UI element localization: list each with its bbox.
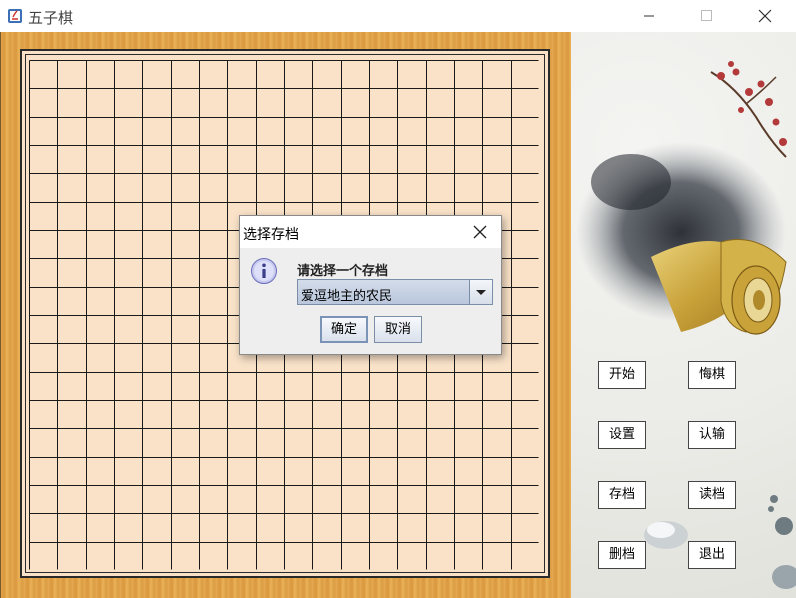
java-app-icon xyxy=(8,9,22,23)
undo-button[interactable]: 悔棋 xyxy=(688,361,736,389)
window-titlebar: 五子棋 xyxy=(0,0,796,32)
combo-selected-value: 爱逗地主的农民 xyxy=(301,289,393,304)
side-panel xyxy=(571,32,796,598)
info-icon xyxy=(251,258,277,284)
minimize-icon[interactable] xyxy=(626,0,672,32)
dialog-close-icon[interactable] xyxy=(466,220,494,244)
start-button[interactable]: 开始 xyxy=(598,361,646,389)
surrender-button[interactable]: 认输 xyxy=(688,421,736,449)
load-button[interactable]: 读档 xyxy=(688,481,736,509)
delete-save-button[interactable]: 删档 xyxy=(598,541,646,569)
ink-scroll-decoration xyxy=(576,61,796,589)
dialog-title: 选择存档 xyxy=(243,227,299,243)
maximize-icon[interactable] xyxy=(684,0,730,32)
select-save-dialog: 选择存档 请选择一个存档 爱逗地主的农民 确定 取消 xyxy=(239,215,502,355)
exit-button[interactable]: 退出 xyxy=(688,541,736,569)
chevron-down-icon[interactable] xyxy=(469,280,492,304)
save-button[interactable]: 存档 xyxy=(598,481,646,509)
close-icon[interactable] xyxy=(742,0,788,32)
settings-button[interactable]: 设置 xyxy=(598,421,646,449)
window-title: 五子棋 xyxy=(28,9,74,27)
dialog-message: 请选择一个存档 xyxy=(297,264,389,279)
ok-button[interactable]: 确定 xyxy=(320,316,368,343)
save-select-combobox[interactable]: 爱逗地主的农民 xyxy=(297,279,493,305)
cancel-button[interactable]: 取消 xyxy=(374,316,422,343)
dialog-titlebar: 选择存档 xyxy=(240,216,501,248)
